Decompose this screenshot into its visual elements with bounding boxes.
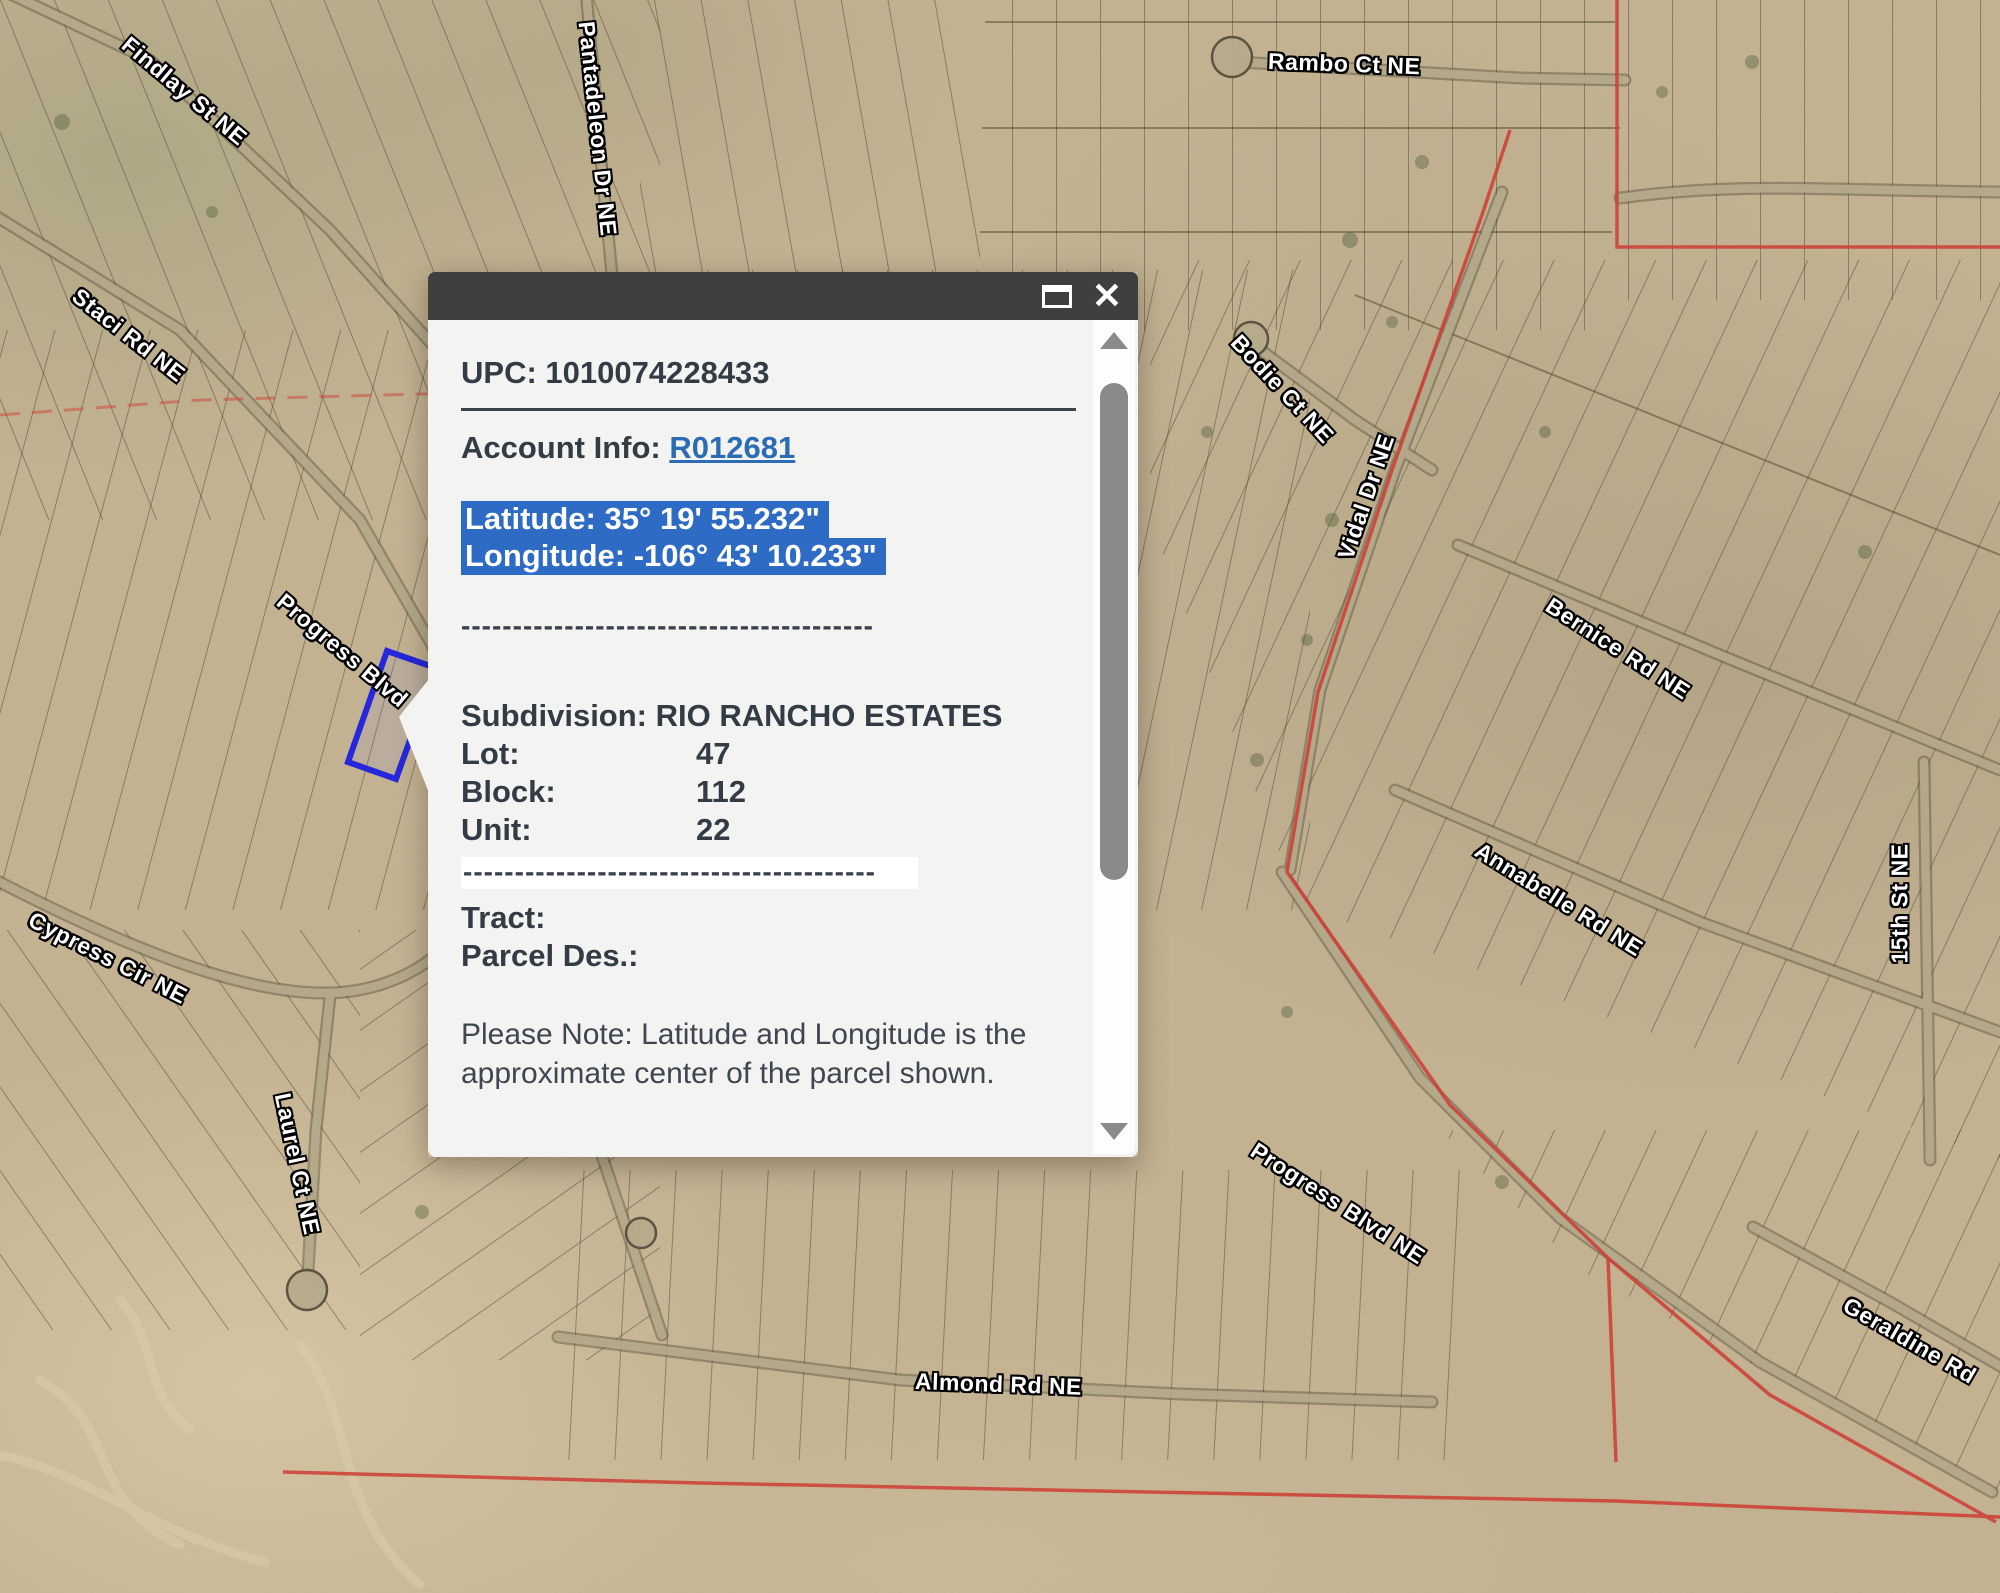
popup-titlebar[interactable]: ✕: [428, 272, 1138, 320]
field-row: Lot:47: [461, 735, 1076, 773]
field-label: Lot:: [461, 735, 696, 773]
popup-pointer: [399, 679, 429, 793]
account-link[interactable]: R012681: [669, 430, 795, 465]
field-row: Block:112: [461, 773, 1076, 811]
field-value: 22: [696, 811, 730, 849]
upc-value: 1010074228433: [545, 355, 769, 390]
subdivision-row: Subdivision: RIO RANCHO ESTATES: [461, 697, 1076, 735]
street-label: Rambo Ct NE: [1268, 48, 1421, 80]
maximize-button[interactable]: [1042, 285, 1072, 308]
field-row: Unit:22: [461, 811, 1076, 849]
maximize-icon: [1042, 285, 1072, 308]
scroll-down-arrow-icon[interactable]: [1100, 1123, 1128, 1140]
account-label: Account Info:: [461, 430, 661, 465]
close-button[interactable]: ✕: [1092, 278, 1122, 314]
upc-row: UPC: 1010074228433: [461, 354, 1076, 392]
screen: Findlay St NEPantadeleon Dr NEStaci Rd N…: [0, 0, 2000, 1593]
scrollbar-thumb[interactable]: [1100, 383, 1128, 880]
subdivision-value: RIO RANCHO ESTATES: [656, 698, 1003, 733]
upc-label: UPC:: [461, 355, 537, 390]
dashed-separator: ----------------------------------------: [461, 857, 1076, 889]
parcel-info-popup: ✕ UPC: 1010074228433 Account Info: R0126…: [428, 272, 1138, 1157]
divider-line: [461, 408, 1076, 411]
field-value: 112: [696, 773, 746, 811]
lat-long-block: Latitude: 35° 19' 55.232" Longitude: -10…: [461, 501, 1076, 575]
parcel-des-label: Parcel Des.:: [461, 937, 1076, 975]
close-icon: ✕: [1092, 278, 1122, 314]
tract-label: Tract:: [461, 899, 1076, 937]
latitude-text: Latitude: 35° 19' 55.232": [461, 501, 829, 538]
subdivision-label: Subdivision:: [461, 698, 647, 733]
dashed-separator: ----------------------------------------: [461, 611, 1076, 641]
account-row: Account Info: R012681: [461, 429, 1076, 467]
longitude-text: Longitude: -106° 43' 10.233": [461, 538, 886, 575]
street-label: Almond Rd NE: [915, 1368, 1083, 1401]
field-label: Unit:: [461, 811, 696, 849]
street-label: 15th St NE: [1887, 843, 1914, 963]
parcel-fields: Lot:47Block:112Unit:22: [461, 735, 1076, 849]
field-label: Block:: [461, 773, 696, 811]
note-text: Please Note: Latitude and Longitude is t…: [461, 1015, 1091, 1093]
popup-scrollbar[interactable]: [1093, 320, 1135, 1154]
popup-content: UPC: 1010074228433 Account Info: R012681…: [428, 320, 1138, 1157]
field-value: 47: [696, 735, 730, 773]
scroll-up-arrow-icon[interactable]: [1100, 332, 1128, 349]
